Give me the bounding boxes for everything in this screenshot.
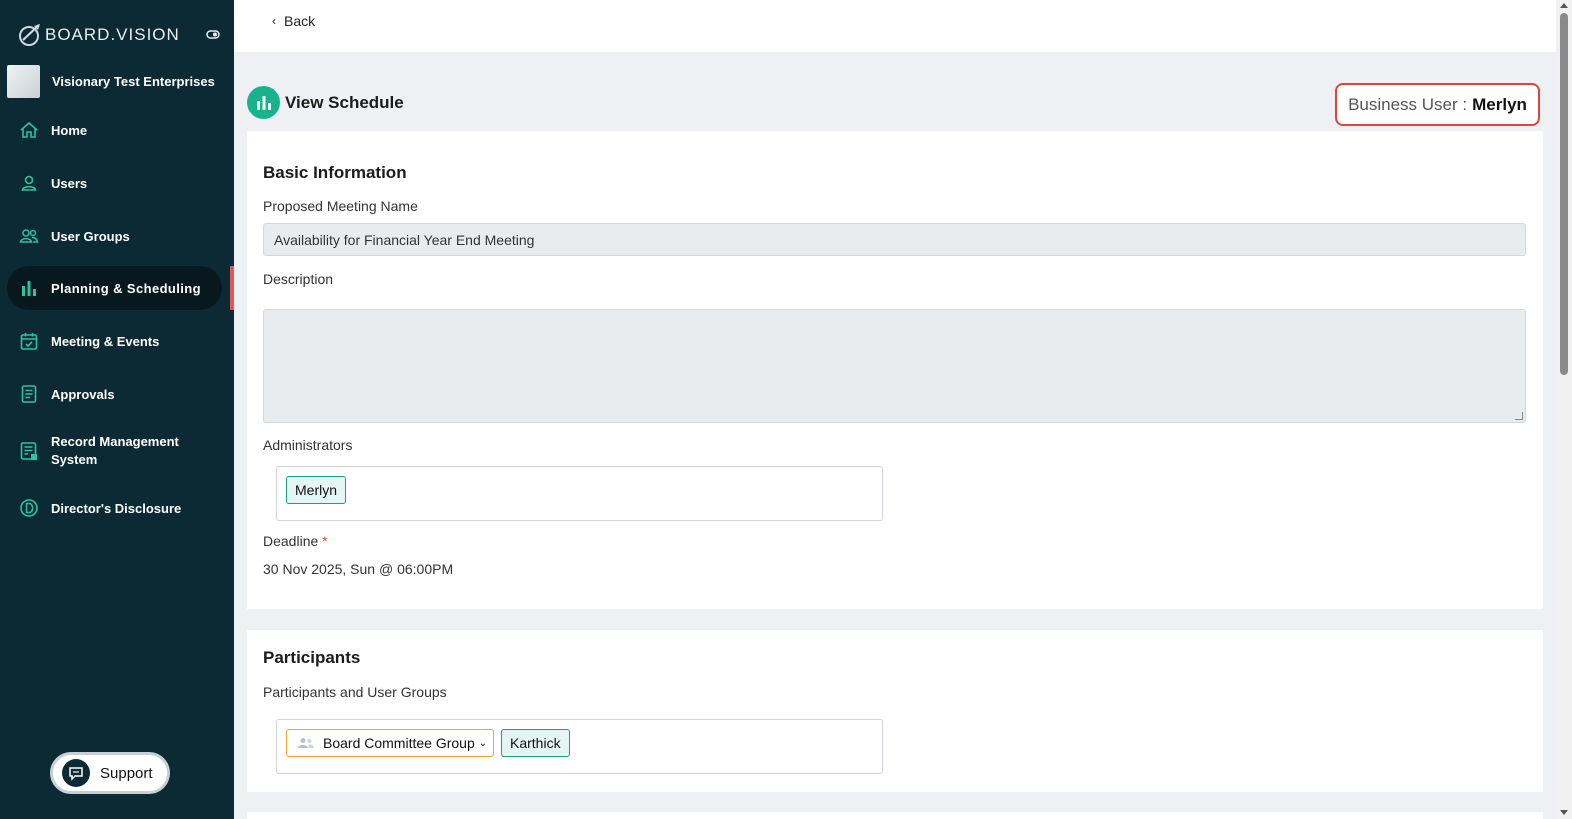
description-label: Description — [263, 271, 334, 287]
description-field[interactable] — [263, 309, 1526, 423]
meeting-name-value: Availability for Financial Year End Meet… — [274, 231, 535, 248]
organization-name: Visionary Test Enterprises — [52, 74, 215, 89]
sidebar: BOARD.VISION Visionary Test Enterprises … — [0, 0, 234, 819]
participants-card: Participants Participants and User Group… — [247, 630, 1543, 792]
required-mark: * — [322, 533, 328, 549]
organization-logo — [7, 65, 40, 98]
administrators-field[interactable]: Merlyn — [276, 466, 883, 521]
bar-chart-icon — [247, 86, 280, 119]
scroll-up-arrow-icon[interactable] — [1560, 3, 1568, 8]
sidebar-item-record-management[interactable]: Record Management System — [7, 429, 222, 473]
sidebar-item-directors-disclosure[interactable]: Director's Disclosure — [7, 486, 222, 530]
user-icon — [19, 173, 39, 193]
meeting-name-label: Proposed Meeting Name — [263, 198, 418, 214]
disclosure-d-icon — [19, 498, 39, 518]
sidebar-item-user-groups[interactable]: User Groups — [7, 214, 222, 258]
bar-chart-icon — [19, 278, 39, 298]
brand-name: BOARD.VISION — [45, 25, 180, 44]
sidebar-item-label: Record Management System — [51, 434, 179, 467]
sidebar-item-label: Home — [51, 122, 88, 138]
sidebar-item-label: Approvals — [51, 386, 115, 402]
sidebar-item-meeting-events[interactable]: Meeting & Events — [7, 319, 222, 363]
scroll-down-arrow-icon[interactable] — [1560, 810, 1568, 815]
page-title: View Schedule — [285, 92, 404, 112]
page-heading: View Schedule — [247, 86, 404, 119]
sidebar-item-label: Users — [51, 175, 88, 191]
business-user-label: Business User : — [1348, 94, 1468, 114]
participant-chip: Karthick — [501, 729, 570, 757]
deadline-label: Deadline * — [263, 533, 328, 549]
organization-switcher[interactable]: Visionary Test Enterprises — [7, 65, 215, 98]
back-label: Back — [284, 13, 316, 29]
home-icon — [19, 120, 39, 140]
brand-mark-icon — [19, 24, 40, 46]
sidebar-item-label: Planning & Scheduling — [51, 280, 201, 296]
deadline-value: 30 Nov 2025, Sun @ 06:00PM — [263, 561, 454, 577]
brand-logo[interactable]: BOARD.VISION — [17, 22, 180, 48]
support-label: Support — [100, 764, 153, 782]
sidebar-item-planning-scheduling[interactable]: Planning & Scheduling — [7, 266, 222, 310]
document-icon — [19, 384, 39, 404]
business-user-name: Merlyn — [1472, 94, 1527, 114]
active-nav-marker — [230, 266, 234, 310]
administrators-label: Administrators — [263, 437, 353, 453]
user-group-icon — [298, 738, 314, 748]
section-title: Basic Information — [263, 163, 407, 182]
deadline-label-text: Deadline — [263, 533, 319, 549]
sidebar-item-label: User Groups — [51, 228, 130, 244]
calendar-icon — [19, 331, 39, 351]
sidebar-item-label: Meeting & Events — [51, 333, 160, 349]
participants-field[interactable]: Board Committee Group ⌄ Karthick — [276, 719, 883, 774]
basic-information-card: Basic Information Proposed Meeting Name … — [247, 131, 1543, 609]
toggle-visibility-icon[interactable] — [206, 29, 220, 40]
user-group-chip[interactable]: Board Committee Group ⌄ — [286, 729, 495, 757]
next-section-card — [247, 812, 1543, 819]
meeting-name-field[interactable]: Availability for Financial Year End Meet… — [263, 223, 1526, 256]
record-icon — [19, 441, 39, 461]
administrator-chip: Merlyn — [286, 476, 347, 504]
sidebar-item-approvals[interactable]: Approvals — [7, 372, 222, 416]
chevron-down-icon: ⌄ — [478, 737, 488, 749]
sidebar-item-home[interactable]: Home — [7, 108, 222, 152]
users-icon — [19, 226, 39, 246]
sidebar-item-label: Director's Disclosure — [51, 500, 182, 516]
back-link[interactable]: ‹ Back — [272, 13, 315, 29]
scroll-thumb[interactable] — [1560, 13, 1568, 375]
chat-icon — [62, 759, 90, 787]
page-scrollbar[interactable] — [1556, 0, 1572, 819]
sidebar-item-users[interactable]: Users — [7, 161, 222, 205]
user-group-chip-label: Board Committee Group — [323, 735, 475, 751]
support-button[interactable]: Support — [50, 752, 170, 794]
chevron-left-icon: ‹ — [272, 14, 276, 28]
resize-handle[interactable] — [1515, 412, 1523, 420]
top-bar: ‹ Back — [234, 0, 1556, 52]
section-title: Participants — [263, 648, 361, 667]
business-user-indicator: Business User : Merlyn — [1335, 83, 1540, 126]
participants-label: Participants and User Groups — [263, 684, 447, 700]
